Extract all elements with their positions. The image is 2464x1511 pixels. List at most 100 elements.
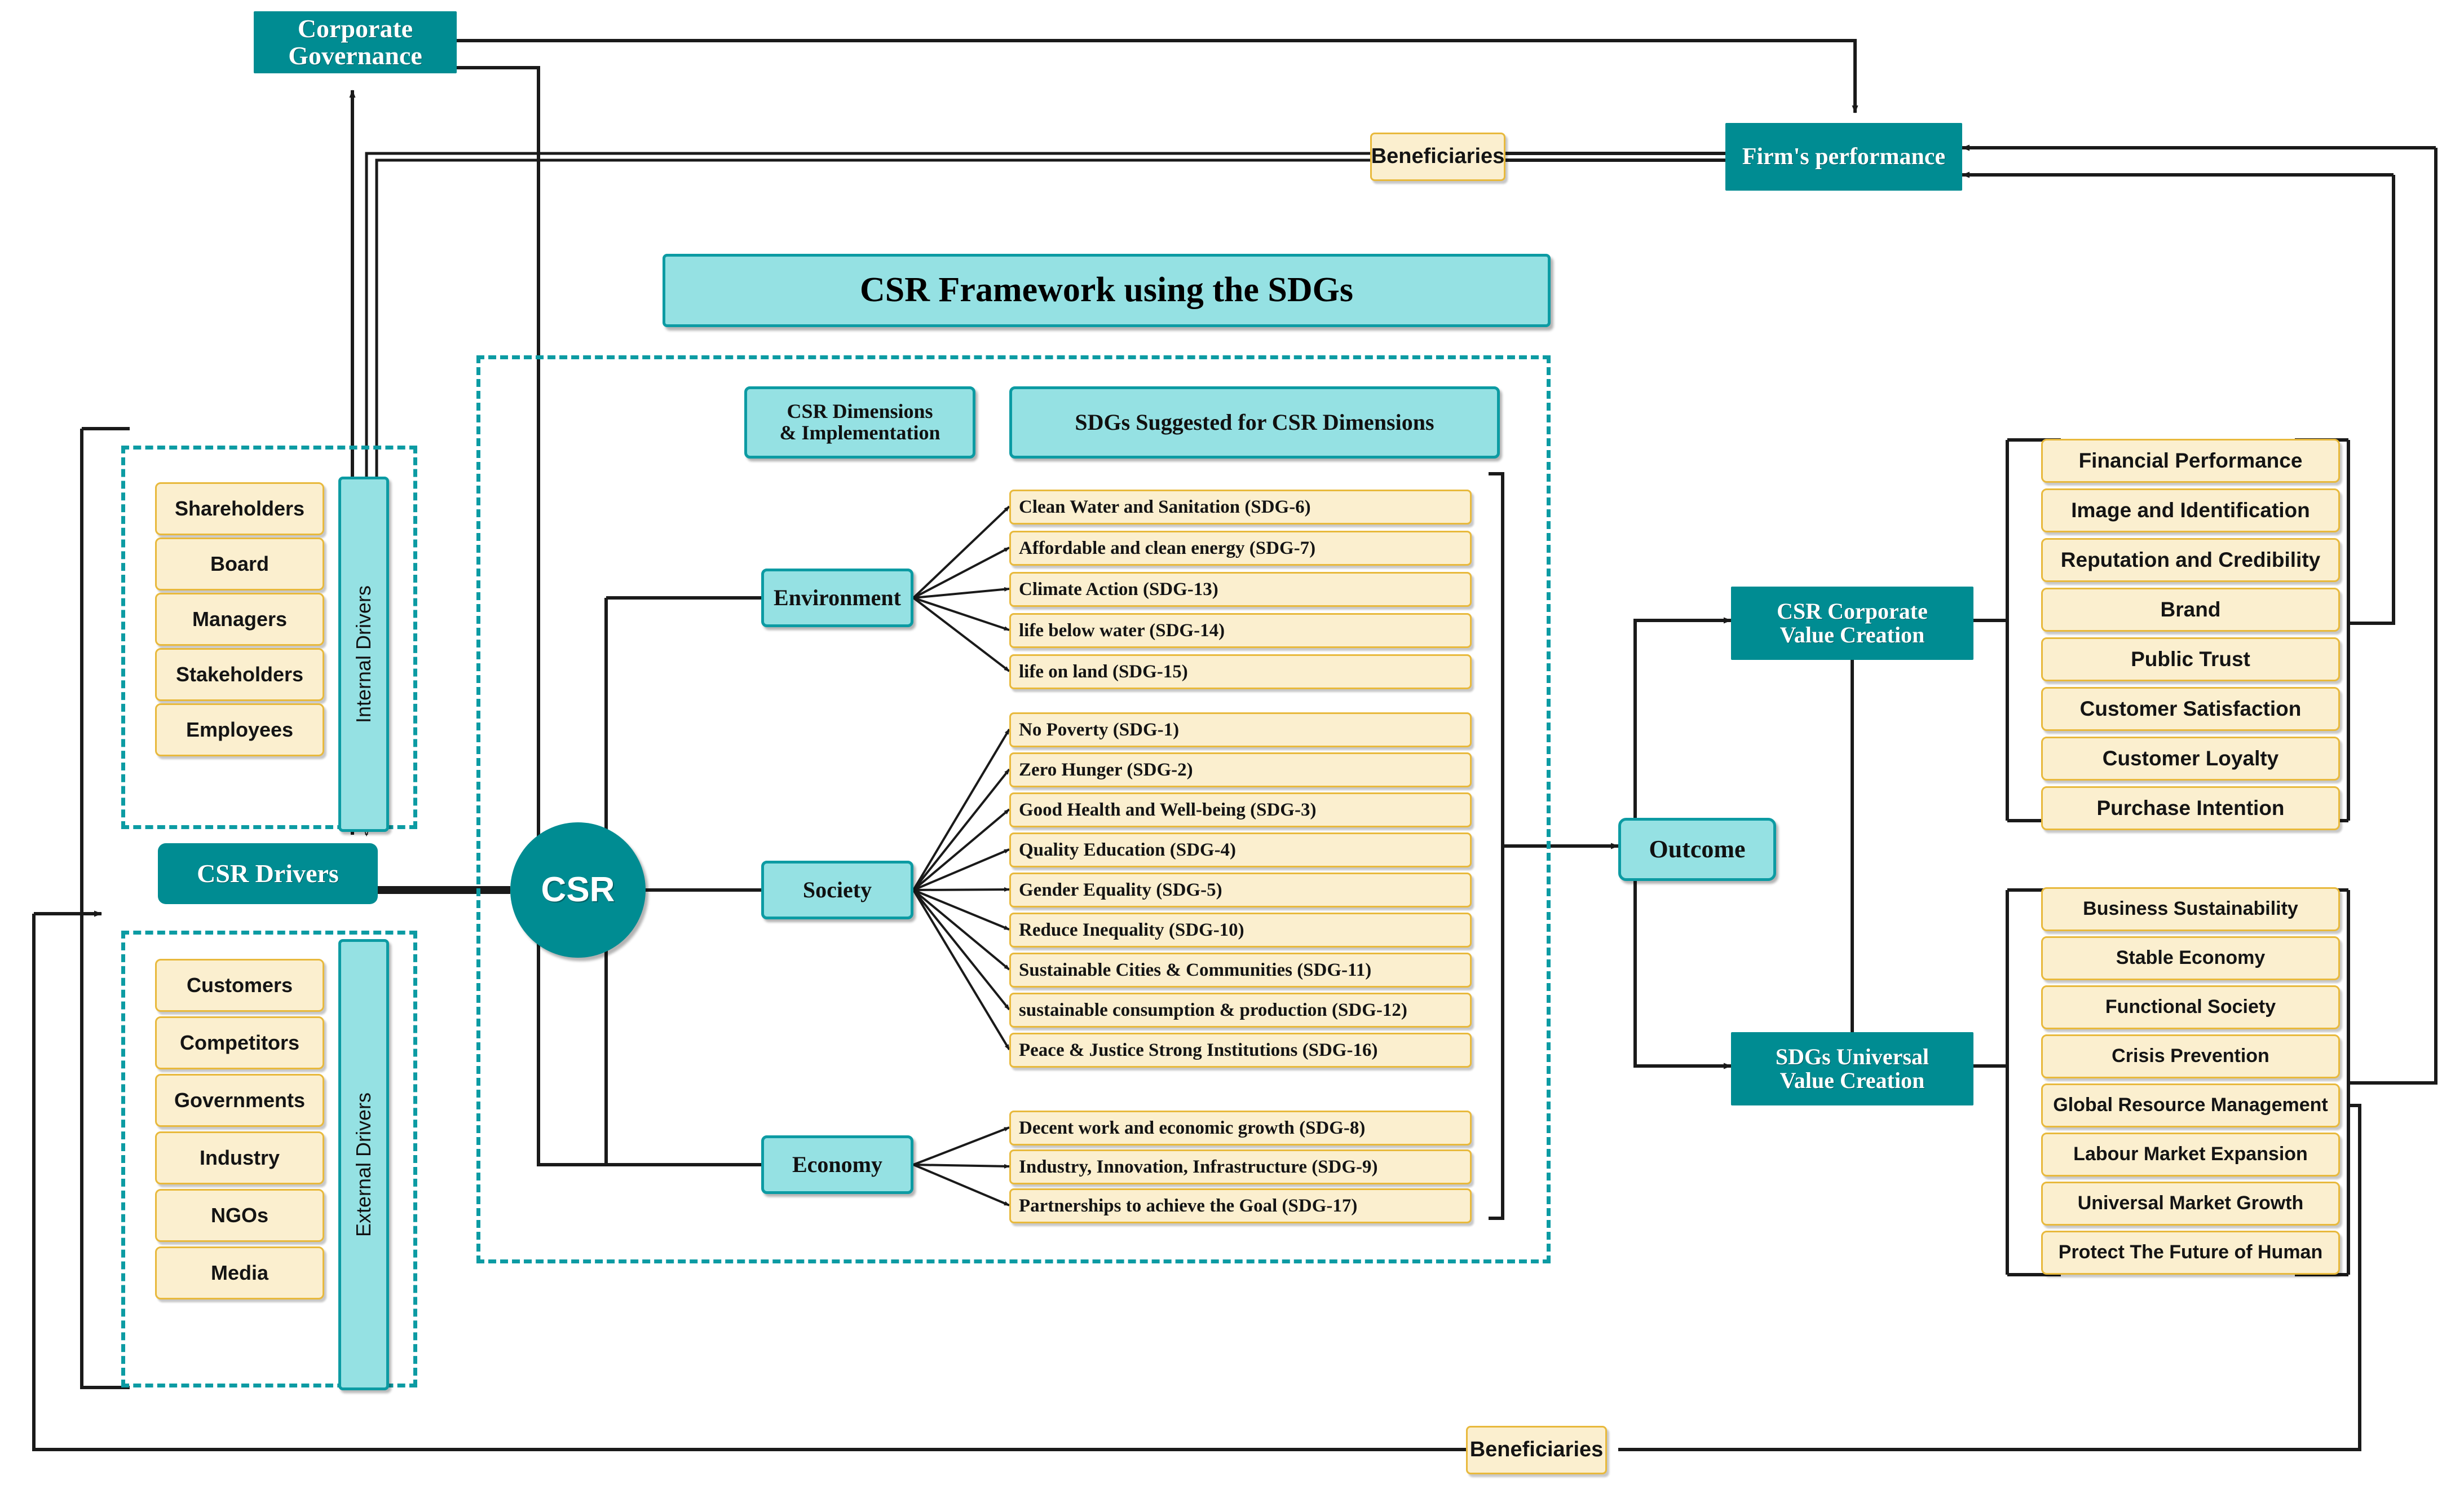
internal-drivers-bar: Internal Drivers [338,477,389,832]
sdg-item-society[interactable]: Reduce Inequality (SDG-10) [1009,913,1472,948]
external-driver-item[interactable]: Competitors [155,1016,324,1069]
diagram-canvas: Corporate Governance Beneficiaries Firm'… [0,0,2464,1511]
universal-value-item[interactable]: Global Resource Management [2041,1083,2340,1127]
csr-corporate-value-creation-line1: CSR Corporate [1777,598,1928,624]
sdg-item-economy-label: Industry, Innovation, Infrastructure (SD… [1019,1156,1378,1177]
internal-drivers-bar-label: Internal Drivers [352,585,376,724]
external-driver-item[interactable]: Customers [155,959,324,1012]
csr-dimensions-header-line2: & Implementation [779,421,940,444]
corporate-value-item[interactable]: Purchase Intention [2041,786,2340,830]
external-driver-item[interactable]: NGOs [155,1189,324,1242]
universal-value-item-label: Crisis Prevention [2112,1045,2269,1067]
corporate-value-item[interactable]: Public Trust [2041,637,2340,681]
sdgs-universal-value-creation-box[interactable]: SDGs Universal Value Creation [1731,1032,1973,1105]
universal-value-item-label: Global Resource Management [2053,1094,2328,1116]
sdg-item-economy[interactable]: Partnerships to achieve the Goal (SDG-17… [1009,1188,1472,1223]
universal-value-item[interactable]: Business Sustainability [2041,887,2340,931]
internal-driver-item[interactable]: Board [155,538,324,591]
external-driver-item[interactable]: Media [155,1246,324,1299]
page-title-label: CSR Framework using the SDGs [860,271,1353,310]
corporate-value-item[interactable]: Brand [2041,588,2340,632]
corporate-value-item-label: Customer Loyalty [2102,746,2279,770]
corporate-value-item[interactable]: Customer Satisfaction [2041,687,2340,731]
csr-drivers-box[interactable]: CSR Drivers [158,843,378,904]
corporate-governance-box[interactable]: Corporate Governance [254,11,457,73]
external-driver-item-label: Media [210,1261,269,1285]
firms-performance-label: Firm's performance [1742,143,1946,170]
csr-core-label: CSR [541,870,615,910]
sdg-item-society[interactable]: No Poverty (SDG-1) [1009,712,1472,747]
internal-driver-item-label: Stakeholders [175,663,304,686]
internal-driver-item[interactable]: Managers [155,593,324,646]
internal-driver-item[interactable]: Employees [155,703,324,756]
sdg-item-society[interactable]: Peace & Justice Strong Institutions (SDG… [1009,1033,1472,1068]
sdg-item-society-label: sustainable consumption & production (SD… [1019,999,1407,1020]
universal-value-item-label: Functional Society [2105,996,2276,1018]
external-drivers-bar: External Drivers [338,939,389,1390]
sdgs-universal-value-creation-line1: SDGs Universal [1775,1044,1929,1069]
corporate-value-item-label: Customer Satisfaction [2079,697,2302,720]
outcome-box[interactable]: Outcome [1618,818,1776,881]
universal-value-item[interactable]: Functional Society [2041,985,2340,1029]
internal-driver-item[interactable]: Shareholders [155,482,324,535]
internal-driver-item[interactable]: Stakeholders [155,648,324,701]
sdg-item-environment[interactable]: Affordable and clean energy (SDG-7) [1009,531,1472,566]
dimension-label-economy: Economy [792,1152,882,1177]
sdg-item-environment-label: Clean Water and Sanitation (SDG-6) [1019,496,1311,517]
sdg-item-society[interactable]: Good Health and Well-being (SDG-3) [1009,792,1472,827]
sdg-item-economy[interactable]: Industry, Innovation, Infrastructure (SD… [1009,1149,1472,1184]
csr-corporate-value-creation-box[interactable]: CSR Corporate Value Creation [1731,587,1973,660]
universal-value-item-label: Protect The Future of Human [2058,1241,2323,1263]
sdgs-suggested-header: SDGs Suggested for CSR Dimensions [1009,386,1500,459]
universal-value-item-label: Universal Market Growth [2077,1192,2304,1214]
dimension-box-society[interactable]: Society [761,861,913,919]
sdg-item-society-label: Quality Education (SDG-4) [1019,839,1237,860]
external-drivers-bar-label: External Drivers [352,1092,375,1237]
sdg-item-society[interactable]: Quality Education (SDG-4) [1009,832,1472,867]
sdg-item-environment[interactable]: Climate Action (SDG-13) [1009,572,1472,607]
universal-value-item-label: Labour Market Expansion [2073,1143,2308,1165]
sdg-item-environment[interactable]: Clean Water and Sanitation (SDG-6) [1009,490,1472,525]
corporate-value-item[interactable]: Reputation and Credibility [2041,538,2340,582]
corporate-value-item-label: Purchase Intention [2096,796,2285,820]
dimension-box-economy[interactable]: Economy [761,1135,913,1194]
universal-value-item[interactable]: Labour Market Expansion [2041,1133,2340,1177]
corporate-value-item-label: Brand [2160,597,2221,621]
corporate-value-item-label: Public Trust [2131,647,2250,671]
internal-driver-item-label: Managers [192,607,288,631]
dimension-box-environment[interactable]: Environment [761,569,913,627]
sdg-item-environment-label: Affordable and clean energy (SDG-7) [1019,538,1316,558]
external-driver-item[interactable]: Governments [155,1074,324,1127]
sdg-item-society[interactable]: sustainable consumption & production (SD… [1009,993,1472,1028]
internal-driver-item-label: Board [210,552,269,576]
corporate-governance-label-line1: Corporate [297,14,413,43]
sdg-item-society[interactable]: Sustainable Cities & Communities (SDG-11… [1009,953,1472,988]
sdg-item-society-label: Reduce Inequality (SDG-10) [1019,919,1244,940]
sdg-item-society[interactable]: Zero Hunger (SDG-2) [1009,752,1472,787]
csr-dimensions-header: CSR Dimensions & Implementation [744,386,975,459]
sdg-item-society-label: Zero Hunger (SDG-2) [1019,759,1193,780]
sdg-item-environment[interactable]: life on land (SDG-15) [1009,654,1472,689]
sdg-item-economy-label: Decent work and economic growth (SDG-8) [1019,1117,1366,1138]
corporate-governance-label-line2: Governance [288,41,422,70]
firms-performance-box[interactable]: Firm's performance [1725,123,1962,191]
universal-value-item[interactable]: Crisis Prevention [2041,1034,2340,1078]
corporate-value-item-label: Image and Identification [2071,498,2310,522]
dimension-label-society: Society [802,877,872,902]
sdg-item-society-label: Gender Equality (SDG-5) [1019,879,1222,900]
sdg-item-economy[interactable]: Decent work and economic growth (SDG-8) [1009,1111,1472,1146]
corporate-value-item[interactable]: Customer Loyalty [2041,737,2340,781]
corporate-value-item[interactable]: Financial Performance [2041,439,2340,483]
sdg-item-society-label: No Poverty (SDG-1) [1019,719,1180,740]
beneficiaries-bottom-box[interactable]: Beneficiaries [1466,1426,1607,1474]
corporate-value-item-label: Financial Performance [2078,448,2303,472]
universal-value-item[interactable]: Universal Market Growth [2041,1182,2340,1226]
beneficiaries-top-box[interactable]: Beneficiaries [1370,133,1505,181]
sdg-item-society[interactable]: Gender Equality (SDG-5) [1009,873,1472,908]
universal-value-item[interactable]: Stable Economy [2041,936,2340,980]
external-driver-item[interactable]: Industry [155,1131,324,1184]
sdg-item-environment[interactable]: life below water (SDG-14) [1009,613,1472,648]
universal-value-item[interactable]: Protect The Future of Human [2041,1231,2340,1275]
corporate-value-item[interactable]: Image and Identification [2041,488,2340,532]
csr-core-node[interactable]: CSR [510,822,646,958]
